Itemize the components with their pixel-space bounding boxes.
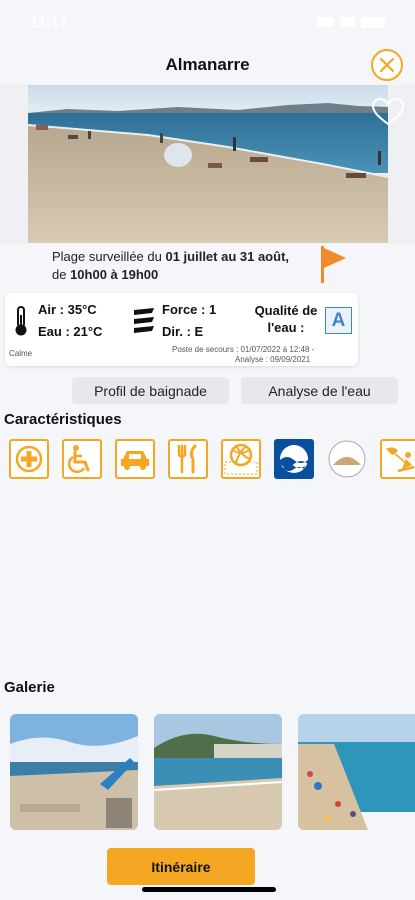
lifeguard-post-update: Poste de secours : 01/07/2022 à 12:48 -	[172, 345, 315, 354]
surveillance-prefix: Plage surveillée du	[52, 249, 166, 264]
water-analysis-date: Analyse : 09/09/2021	[235, 355, 311, 364]
water-quality-label-line-2: l'eau :	[267, 320, 305, 335]
surveillance-line-2: de 10h00 à 19h00	[52, 265, 158, 284]
weather-card: Air : 35°C Eau : 21°C Calme Force : 1 Di…	[5, 293, 358, 366]
characteristics-title: Caractéristiques	[4, 411, 122, 428]
surveillance-line-1: Plage surveillée du 01 juillet au 31 aoû…	[52, 247, 289, 266]
status-time: 11:17	[30, 13, 68, 31]
page-title: Almanarre	[165, 55, 250, 74]
wind-force: Force : 1	[162, 302, 217, 317]
status-bar: 11:17	[0, 0, 415, 44]
close-button[interactable]	[371, 49, 403, 81]
header: Almanarre	[0, 44, 415, 86]
gallery-title: Galerie	[4, 679, 55, 696]
air-temperature: Air : 35°C	[38, 302, 97, 317]
restaurant-icon	[177, 444, 197, 474]
wheelchair-icon	[67, 445, 90, 474]
blue-flag-icon	[280, 445, 308, 473]
water-quality-label: Qualité de l'eau :	[251, 302, 321, 336]
water-temperature: Eau : 21°C	[38, 324, 103, 339]
battery-icon	[361, 16, 385, 28]
home-indicator[interactable]	[142, 887, 276, 892]
orange-flag-icon	[321, 246, 346, 283]
sand-icon	[328, 440, 366, 478]
beach-volleyball-icon	[224, 443, 258, 475]
surveillance-hours-prefix: de	[52, 267, 71, 282]
feature-blue-flag[interactable]	[274, 439, 314, 479]
feature-first-aid[interactable]	[9, 439, 49, 479]
beach-photo	[28, 85, 388, 243]
thermometer-icon	[15, 306, 27, 336]
feature-kitesurf[interactable]	[380, 439, 415, 479]
features-list	[9, 439, 415, 481]
gallery-carousel[interactable]	[0, 714, 415, 830]
status-icons	[317, 16, 385, 28]
feature-sand[interactable]	[327, 439, 367, 479]
car-parking-icon	[121, 451, 149, 470]
water-analysis-button[interactable]: Analyse de l'eau	[241, 377, 398, 404]
gallery-image[interactable]	[154, 714, 282, 830]
surveillance-dates: 01 juillet au 31 août,	[165, 249, 290, 264]
gallery-image[interactable]	[298, 714, 415, 830]
feature-accessibility[interactable]	[62, 439, 102, 479]
feature-parking[interactable]	[115, 439, 155, 479]
favorite-heart-icon[interactable]	[371, 97, 405, 127]
close-icon	[379, 57, 395, 73]
gallery-image[interactable]	[10, 714, 138, 830]
signal-icon	[317, 17, 334, 27]
itinerary-button[interactable]: Itinéraire	[107, 848, 255, 885]
sea-state: Calme	[9, 349, 33, 358]
feature-beach-volleyball[interactable]	[221, 439, 261, 479]
water-quality-label-line-1: Qualité de	[254, 303, 318, 318]
kitesurf-icon	[386, 447, 415, 473]
first-aid-icon	[15, 445, 43, 473]
surveillance-hours: 10h00 à 19h00	[70, 267, 159, 282]
wifi-icon	[340, 17, 355, 27]
water-quality-grade: A	[325, 307, 352, 334]
hero-image-carousel[interactable]	[0, 85, 415, 243]
wind-direction: Dir. : E	[162, 324, 204, 339]
wind-icon	[134, 308, 154, 333]
bathing-profile-button[interactable]: Profil de baignade	[72, 377, 229, 404]
feature-restaurant[interactable]	[168, 439, 208, 479]
